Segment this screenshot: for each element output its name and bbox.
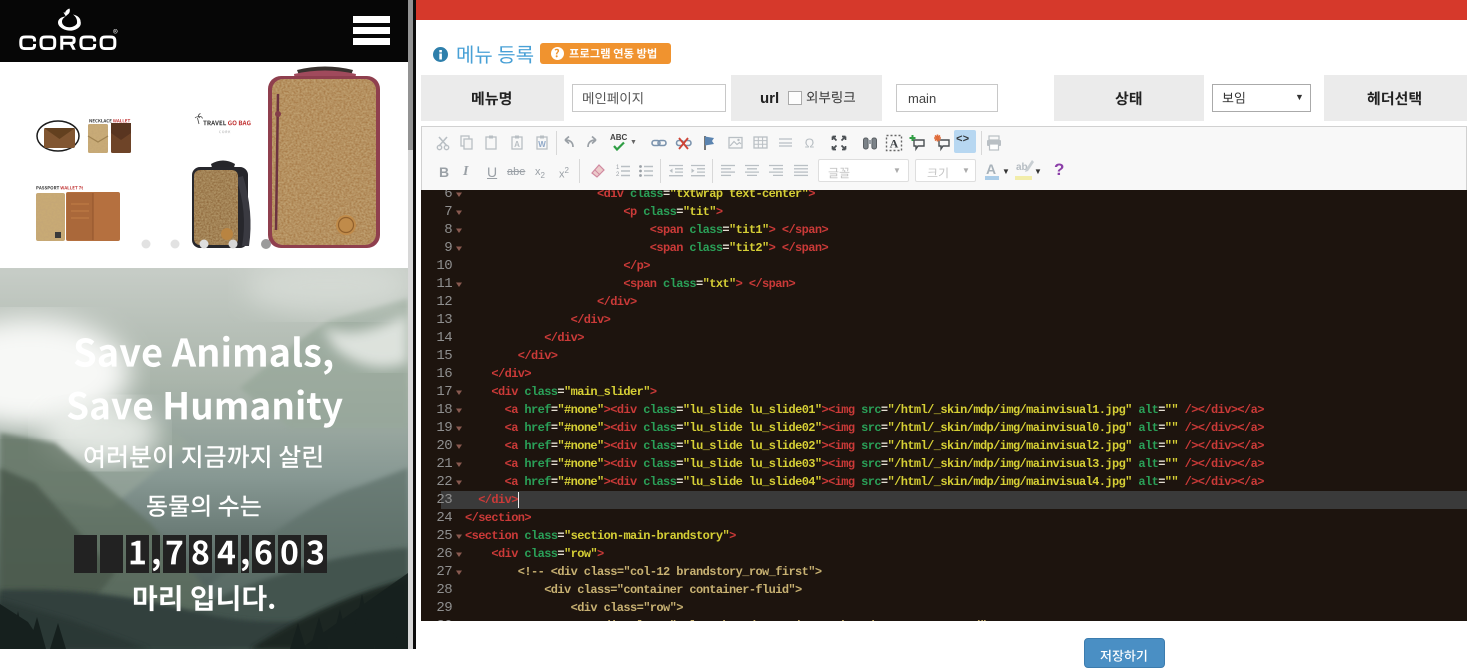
svg-text:W: W	[538, 140, 546, 149]
svg-text:Ω: Ω	[805, 136, 815, 151]
svg-text:2: 2	[616, 172, 620, 178]
svg-text:A: A	[514, 140, 520, 149]
svg-text:1: 1	[616, 165, 620, 171]
svg-text:A: A	[890, 137, 899, 151]
